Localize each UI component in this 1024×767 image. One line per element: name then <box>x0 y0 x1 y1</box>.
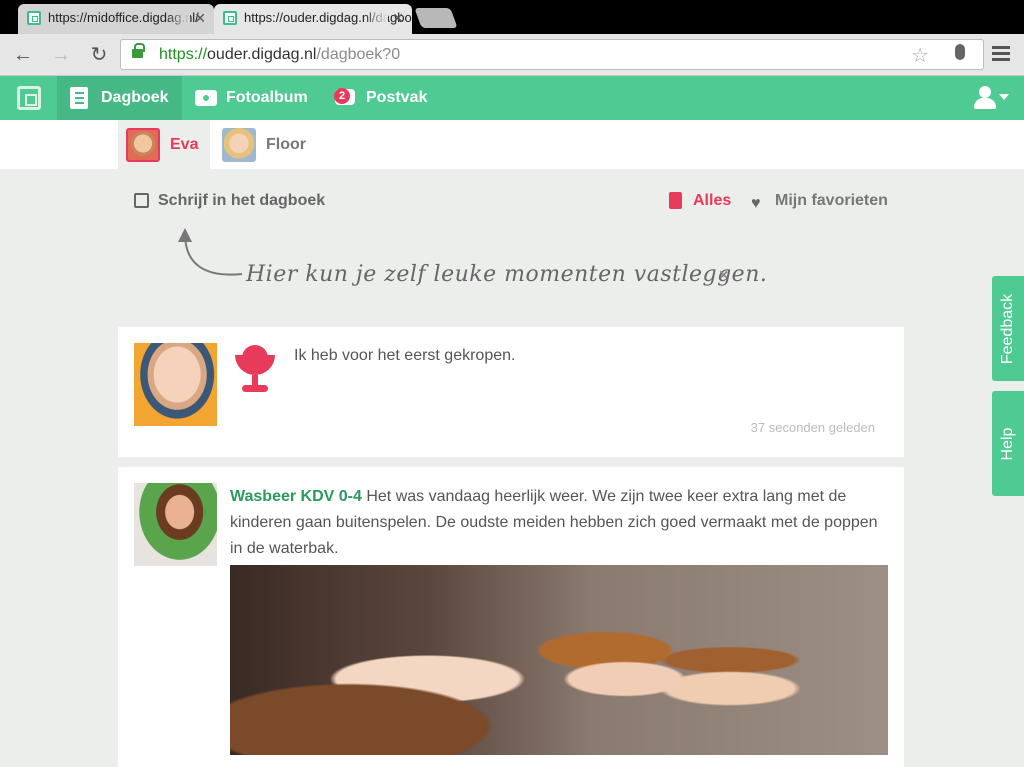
filter-favorites-label: Mijn favorieten <box>775 192 888 209</box>
diary-post: Ik heb voor het eerst gekropen. 37 secon… <box>118 327 904 457</box>
post-text: Ik heb voor het eerst gekropen. <box>294 347 516 364</box>
help-tab[interactable]: Help <box>992 391 1024 496</box>
write-diary-button[interactable]: Schrijf in het dagboek <box>134 190 325 212</box>
diary-icon <box>669 192 682 209</box>
post-timestamp: 37 seconden geleden <box>750 420 875 435</box>
close-icon[interactable]: × <box>719 267 728 285</box>
hint-text: Hier kun je zelf leuke momenten vastlegg… <box>246 262 768 287</box>
diary-post: Wasbeer KDV 0-4 Het was vandaag heerlijk… <box>118 467 904 767</box>
user-menu[interactable] <box>974 86 1009 110</box>
filter-all-label: Alles <box>693 192 732 209</box>
digdag-favicon-icon <box>223 11 237 25</box>
app-navbar: Dagboek Fotoalbum 2 Postvak <box>0 76 1024 120</box>
browser-tab-midoffice[interactable]: https://midoffice.digdag.nl/ ✕ <box>18 4 214 34</box>
post-body: Wasbeer KDV 0-4 Het was vandaag heerlijk… <box>230 484 890 562</box>
nav-fotoalbum-label: Fotoalbum <box>226 89 308 106</box>
child-photo <box>134 343 217 426</box>
child-name: Eva <box>170 136 199 153</box>
close-icon[interactable]: ✕ <box>392 4 404 32</box>
bookmark-star-icon[interactable]: ☆ <box>911 43 929 68</box>
browser-toolbar: ← → ↻ https://ouder.digdag.nl/dagboek?0 … <box>0 34 1024 76</box>
address-bar[interactable]: https://ouder.digdag.nl/dagboek?0 ☆ <box>120 39 984 70</box>
child-tab-eva[interactable]: Eva <box>118 120 210 169</box>
child-selector: Eva Floor <box>0 120 1024 169</box>
lock-icon <box>132 43 145 58</box>
avatar <box>126 128 160 162</box>
feedback-tab[interactable]: Feedback <box>992 276 1024 381</box>
forward-arrow-icon[interactable]: → <box>48 42 74 68</box>
digdag-favicon-icon <box>27 11 41 25</box>
camera-icon <box>195 90 217 106</box>
url-text: https://ouder.digdag.nl/dagboek?0 <box>159 46 401 63</box>
heart-icon: ♥ <box>751 195 761 212</box>
close-icon[interactable]: ✕ <box>194 4 206 32</box>
digdag-logo-icon[interactable] <box>17 86 41 110</box>
filter-favorites-button[interactable]: ♥ Mijn favorieten <box>751 190 888 212</box>
author-photo <box>134 483 217 566</box>
unread-badge: 2 <box>334 88 350 104</box>
help-label: Help <box>999 427 1016 460</box>
milestone-cup-icon <box>232 345 278 393</box>
child-name: Floor <box>266 136 306 153</box>
edit-icon <box>134 193 149 208</box>
diary-actions: Schrijf in het dagboek Alles ♥ Mijn favo… <box>0 190 1024 214</box>
user-icon <box>979 86 991 98</box>
back-arrow-icon[interactable]: ← <box>10 42 36 68</box>
reload-icon[interactable]: ↻ <box>86 42 112 68</box>
avatar <box>222 128 256 162</box>
microphone-icon[interactable] <box>955 44 965 60</box>
write-diary-label: Schrijf in het dagboek <box>158 192 326 209</box>
nav-dagboek-label: Dagboek <box>101 89 169 106</box>
nav-postvak-label: Postvak <box>366 89 428 106</box>
nav-postvak[interactable]: 2 Postvak <box>322 76 442 120</box>
chevron-down-icon <box>999 94 1009 100</box>
browser-tab-ouder[interactable]: https://ouder.digdag.nl/dagboek ✕ <box>214 4 412 34</box>
nav-dagboek[interactable]: Dagboek <box>57 76 182 120</box>
diary-icon <box>70 87 88 109</box>
browser-tab-bar: https://midoffice.digdag.nl/ ✕ https://o… <box>0 0 1024 34</box>
filter-all-button[interactable]: Alles <box>669 190 731 212</box>
post-photo[interactable] <box>230 565 888 755</box>
feedback-label: Feedback <box>999 293 1016 364</box>
curved-arrow-icon <box>178 228 243 276</box>
post-author[interactable]: Wasbeer KDV 0-4 <box>230 488 362 505</box>
nav-fotoalbum[interactable]: Fotoalbum <box>182 76 322 120</box>
child-tab-floor[interactable]: Floor <box>214 120 324 169</box>
browser-menu-icon[interactable] <box>992 46 1010 62</box>
new-tab-button[interactable] <box>414 8 458 28</box>
